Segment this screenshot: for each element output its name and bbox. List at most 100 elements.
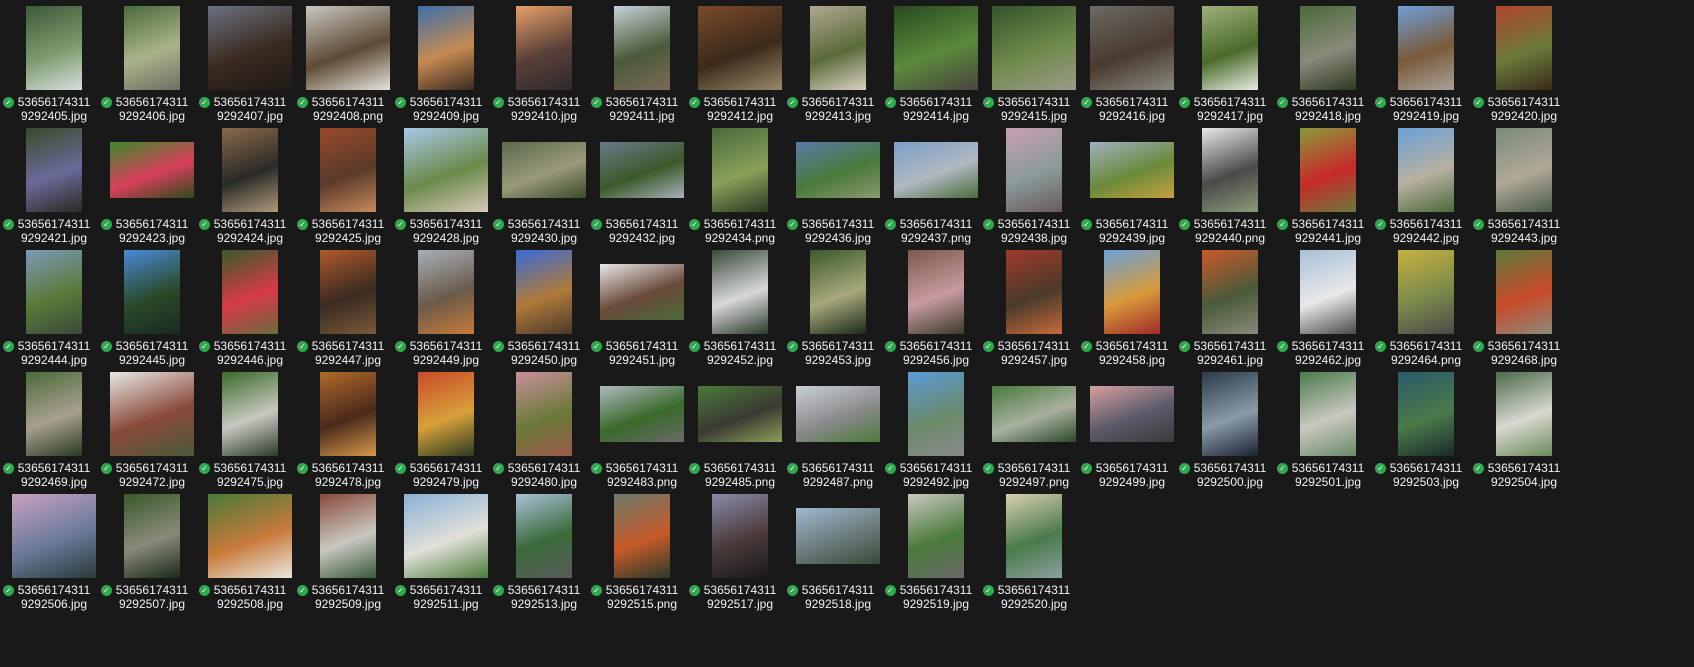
file-item[interactable]: ✓ 53656174311 9292503.jpg: [1374, 369, 1478, 499]
file-item[interactable]: ✓ 53656174311 9292438.jpg: [982, 125, 1086, 255]
file-name-line-1: 53656174311: [703, 217, 777, 231]
sync-check-icon: ✓: [1277, 97, 1288, 108]
file-item[interactable]: ✓ 53656174311 9292513.jpg: [492, 491, 596, 621]
file-item[interactable]: ✓ 53656174311 9292511.jpg: [394, 491, 498, 621]
file-item[interactable]: ✓ 53656174311 9292409.jpg: [394, 3, 498, 133]
file-item[interactable]: ✓ 53656174311 9292506.jpg: [2, 491, 106, 621]
file-item[interactable]: ✓ 53656174311 9292420.jpg: [1472, 3, 1576, 133]
file-name-line-2: 9292472.jpg: [118, 475, 186, 489]
file-item[interactable]: ✓ 53656174311 9292421.jpg: [2, 125, 106, 255]
sync-check-icon: ✓: [787, 219, 798, 230]
file-item[interactable]: ✓ 53656174311 9292517.jpg: [688, 491, 792, 621]
file-item[interactable]: ✓ 53656174311 9292439.jpg: [1080, 125, 1184, 255]
file-item[interactable]: ✓ 53656174311 9292485.png: [688, 369, 792, 499]
file-item[interactable]: ✓ 53656174311 9292449.jpg: [394, 247, 498, 377]
file-item[interactable]: ✓ 53656174311 9292462.jpg: [1276, 247, 1380, 377]
file-item[interactable]: ✓ 53656174311 9292492.jpg: [884, 369, 988, 499]
file-name: ✓ 53656174311 9292480.jpg: [492, 461, 596, 489]
file-item[interactable]: ✓ 53656174311 9292428.jpg: [394, 125, 498, 255]
file-item[interactable]: ✓ 53656174311 9292469.jpg: [2, 369, 106, 499]
file-item[interactable]: ✓ 53656174311 9292509.jpg: [296, 491, 400, 621]
sync-check-icon: ✓: [689, 97, 700, 108]
file-item[interactable]: ✓ 53656174311 9292408.png: [296, 3, 400, 133]
file-item[interactable]: ✓ 53656174311 9292507.jpg: [100, 491, 204, 621]
thumbnail-frame: [494, 369, 594, 459]
file-item[interactable]: ✓ 53656174311 9292430.jpg: [492, 125, 596, 255]
file-item[interactable]: ✓ 53656174311 9292419.jpg: [1374, 3, 1478, 133]
file-item[interactable]: ✓ 53656174311 9292483.png: [590, 369, 694, 499]
file-item[interactable]: ✓ 53656174311 9292453.jpg: [786, 247, 890, 377]
file-item[interactable]: ✓ 53656174311 9292423.jpg: [100, 125, 204, 255]
thumbnail-frame: [396, 3, 496, 93]
file-item[interactable]: ✓ 53656174311 9292424.jpg: [198, 125, 302, 255]
file-item[interactable]: ✓ 53656174311 9292410.jpg: [492, 3, 596, 133]
file-item[interactable]: ✓ 53656174311 9292520.jpg: [982, 491, 1086, 621]
file-name: ✓ 53656174311 9292511.jpg: [394, 583, 498, 611]
file-item[interactable]: ✓ 53656174311 9292475.jpg: [198, 369, 302, 499]
file-item[interactable]: ✓ 53656174311 9292425.jpg: [296, 125, 400, 255]
sync-check-icon: ✓: [787, 341, 798, 352]
file-item[interactable]: ✓ 53656174311 9292501.jpg: [1276, 369, 1380, 499]
file-item[interactable]: ✓ 53656174311 9292508.jpg: [198, 491, 302, 621]
file-item[interactable]: ✓ 53656174311 9292519.jpg: [884, 491, 988, 621]
file-name-line-1: 53656174311: [1291, 461, 1365, 475]
file-name-line-1: 53656174311: [801, 583, 875, 597]
file-thumbnail: [1104, 250, 1160, 334]
file-item[interactable]: ✓ 53656174311 9292418.jpg: [1276, 3, 1380, 133]
file-item[interactable]: ✓ 53656174311 9292480.jpg: [492, 369, 596, 499]
file-item[interactable]: ✓ 53656174311 9292515.png: [590, 491, 694, 621]
sync-check-icon: ✓: [493, 97, 504, 108]
file-item[interactable]: ✓ 53656174311 9292437.png: [884, 125, 988, 255]
file-thumbnail: [1006, 250, 1062, 334]
file-item[interactable]: ✓ 53656174311 9292436.jpg: [786, 125, 890, 255]
file-item[interactable]: ✓ 53656174311 9292405.jpg: [2, 3, 106, 133]
file-name-line-1: 53656174311: [1095, 95, 1169, 109]
file-item[interactable]: ✓ 53656174311 9292487.png: [786, 369, 890, 499]
file-item[interactable]: ✓ 53656174311 9292468.jpg: [1472, 247, 1576, 377]
file-name-line-1: 53656174311: [899, 461, 973, 475]
file-item[interactable]: ✓ 53656174311 9292415.jpg: [982, 3, 1086, 133]
file-item[interactable]: ✓ 53656174311 9292457.jpg: [982, 247, 1086, 377]
file-item[interactable]: ✓ 53656174311 9292447.jpg: [296, 247, 400, 377]
file-item[interactable]: ✓ 53656174311 9292452.jpg: [688, 247, 792, 377]
file-name-line-2: 9292417.jpg: [1196, 109, 1264, 123]
file-item[interactable]: ✓ 53656174311 9292446.jpg: [198, 247, 302, 377]
file-item[interactable]: ✓ 53656174311 9292445.jpg: [100, 247, 204, 377]
file-item[interactable]: ✓ 53656174311 9292440.png: [1178, 125, 1282, 255]
file-item[interactable]: ✓ 53656174311 9292499.jpg: [1080, 369, 1184, 499]
file-item[interactable]: ✓ 53656174311 9292444.jpg: [2, 247, 106, 377]
file-item[interactable]: ✓ 53656174311 9292443.jpg: [1472, 125, 1576, 255]
file-item[interactable]: ✓ 53656174311 9292479.jpg: [394, 369, 498, 499]
file-name-line-2: 9292410.jpg: [510, 109, 578, 123]
file-item[interactable]: ✓ 53656174311 9292461.jpg: [1178, 247, 1282, 377]
file-name-line-2: 9292445.jpg: [118, 353, 186, 367]
file-item[interactable]: ✓ 53656174311 9292441.jpg: [1276, 125, 1380, 255]
file-item[interactable]: ✓ 53656174311 9292406.jpg: [100, 3, 204, 133]
sync-check-icon: ✓: [199, 97, 210, 108]
thumbnail-frame: [984, 491, 1084, 581]
file-item[interactable]: ✓ 53656174311 9292456.jpg: [884, 247, 988, 377]
file-item[interactable]: ✓ 53656174311 9292497.png: [982, 369, 1086, 499]
file-name-line-1: 53656174311: [1389, 95, 1463, 109]
file-name: ✓ 53656174311 9292428.jpg: [394, 217, 498, 245]
file-item[interactable]: ✓ 53656174311 9292504.jpg: [1472, 369, 1576, 499]
file-item[interactable]: ✓ 53656174311 9292413.jpg: [786, 3, 890, 133]
file-item[interactable]: ✓ 53656174311 9292412.jpg: [688, 3, 792, 133]
file-item[interactable]: ✓ 53656174311 9292416.jpg: [1080, 3, 1184, 133]
file-item[interactable]: ✓ 53656174311 9292464.png: [1374, 247, 1478, 377]
file-item[interactable]: ✓ 53656174311 9292500.jpg: [1178, 369, 1282, 499]
file-item[interactable]: ✓ 53656174311 9292472.jpg: [100, 369, 204, 499]
file-item[interactable]: ✓ 53656174311 9292478.jpg: [296, 369, 400, 499]
file-item[interactable]: ✓ 53656174311 9292417.jpg: [1178, 3, 1282, 133]
file-name-line-2: 9292485.png: [704, 475, 776, 489]
file-item[interactable]: ✓ 53656174311 9292451.jpg: [590, 247, 694, 377]
file-item[interactable]: ✓ 53656174311 9292450.jpg: [492, 247, 596, 377]
file-item[interactable]: ✓ 53656174311 9292518.jpg: [786, 491, 890, 621]
file-item[interactable]: ✓ 53656174311 9292407.jpg: [198, 3, 302, 133]
file-item[interactable]: ✓ 53656174311 9292411.jpg: [590, 3, 694, 133]
file-item[interactable]: ✓ 53656174311 9292442.jpg: [1374, 125, 1478, 255]
file-item[interactable]: ✓ 53656174311 9292414.jpg: [884, 3, 988, 133]
file-item[interactable]: ✓ 53656174311 9292434.png: [688, 125, 792, 255]
file-item[interactable]: ✓ 53656174311 9292432.jpg: [590, 125, 694, 255]
file-item[interactable]: ✓ 53656174311 9292458.jpg: [1080, 247, 1184, 377]
